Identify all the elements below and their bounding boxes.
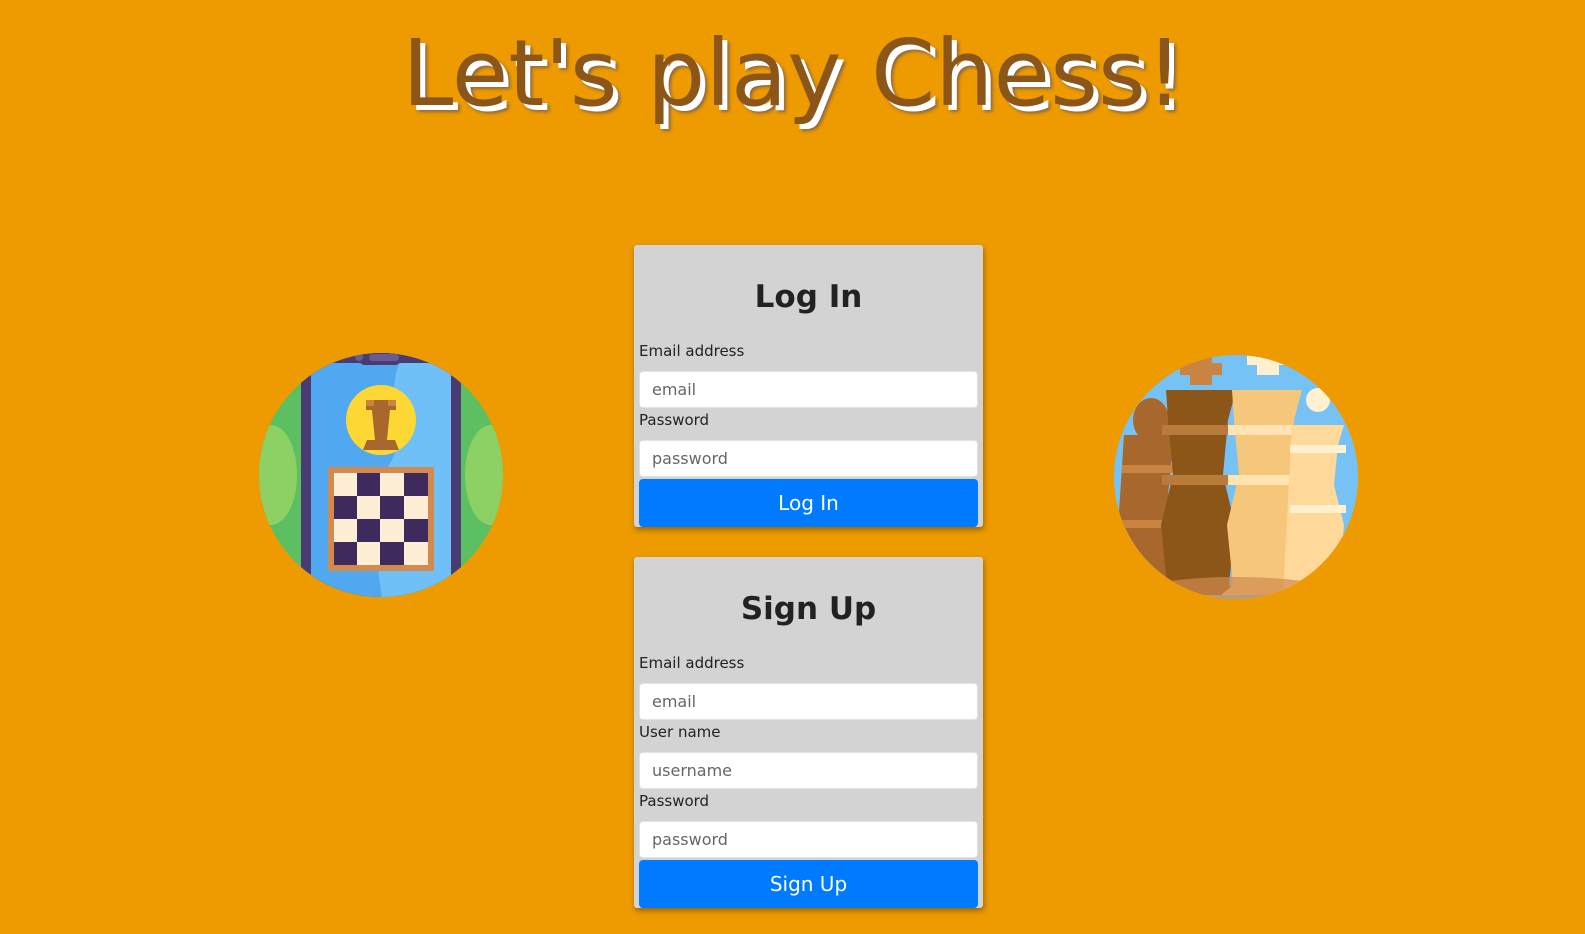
login-email-input[interactable] bbox=[639, 371, 978, 408]
login-password-input[interactable] bbox=[639, 440, 978, 477]
signup-email-label: Email address bbox=[639, 654, 745, 672]
signup-button[interactable]: Sign Up bbox=[639, 860, 978, 908]
login-card: Log In Email address Password Log In bbox=[634, 245, 983, 527]
login-password-label: Password bbox=[639, 411, 710, 429]
mobile-chess-icon bbox=[259, 345, 503, 601]
page-title: Let's play Chess! bbox=[402, 20, 1183, 127]
signup-card: Sign Up Email address User name Password… bbox=[634, 557, 983, 908]
signup-username-input[interactable] bbox=[639, 752, 978, 789]
chess-pieces-icon bbox=[1114, 345, 1358, 601]
login-email-label: Email address bbox=[639, 342, 745, 360]
signup-heading: Sign Up bbox=[740, 591, 877, 627]
signup-username-label: User name bbox=[639, 723, 721, 741]
signup-password-label: Password bbox=[639, 792, 710, 810]
login-heading: Log In bbox=[754, 279, 863, 315]
signup-email-input[interactable] bbox=[639, 683, 978, 720]
login-button[interactable]: Log In bbox=[639, 479, 978, 527]
signup-password-input[interactable] bbox=[639, 821, 978, 858]
